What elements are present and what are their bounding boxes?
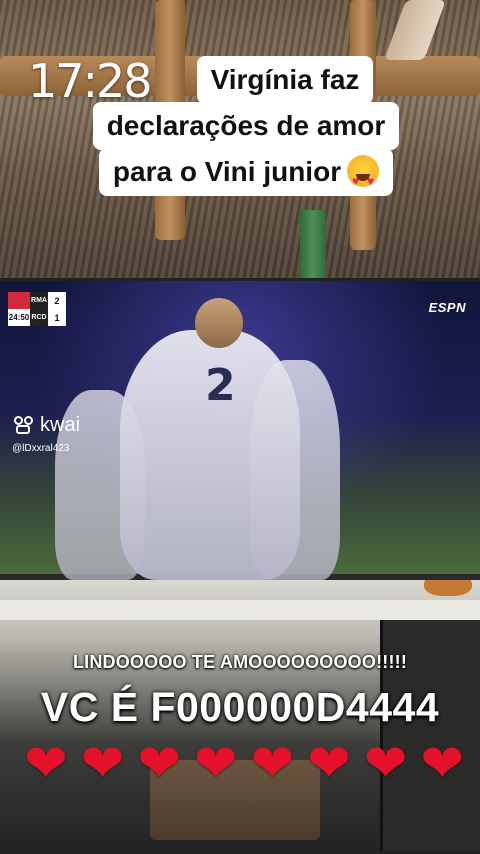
kwai-app-name: kwai <box>40 414 81 436</box>
match-clock: 24:50 <box>8 309 30 326</box>
heart-icon: ❤ <box>307 734 351 794</box>
kwai-logo-icon <box>14 415 36 436</box>
heart-icon: ❤ <box>250 734 295 794</box>
player-head <box>195 298 243 348</box>
jersey-number: 2 <box>205 360 236 411</box>
heart-icon: ❤ <box>80 734 125 794</box>
team1-label: RMA <box>30 292 48 309</box>
comment-line: LINDOOOOO TE AMOOOOOOOOO!!!!! <box>72 652 408 672</box>
caption-line: Virgínia faz <box>196 56 374 104</box>
hearts-row: ❤ ❤ ❤ ❤ ❤ ❤ ❤ ❤ <box>24 738 464 790</box>
channel-logo: ESPN <box>428 300 466 315</box>
heart-eyes-emoji-icon <box>347 155 380 203</box>
heart-icon: ❤ <box>363 734 408 794</box>
comment-line: VC É F000000D4444 <box>40 684 440 730</box>
heart-icon: ❤ <box>193 734 238 794</box>
heart-icon: ❤ <box>24 734 68 794</box>
story-caption: Virgínia faz declarações de amor para o … <box>66 56 426 203</box>
heart-icon: ❤ <box>137 734 181 794</box>
kwai-watermark: kwai <box>14 414 80 437</box>
caption-text: para o Vini junior <box>112 156 342 187</box>
team2-score: 1 <box>48 309 66 326</box>
heart-icon: ❤ <box>420 734 464 794</box>
team2-label: RCD <box>30 309 48 326</box>
team1-score: 2 <box>48 292 66 309</box>
caption-line: declarações de amor <box>92 102 400 150</box>
kwai-username: @lDxxral423 <box>12 443 70 454</box>
scorebug: RMA 2 24:50 RCD 1 <box>8 292 70 326</box>
shelf <box>0 600 480 620</box>
league-logo-icon <box>8 292 30 309</box>
caption-line: para o Vini junior <box>98 148 394 203</box>
